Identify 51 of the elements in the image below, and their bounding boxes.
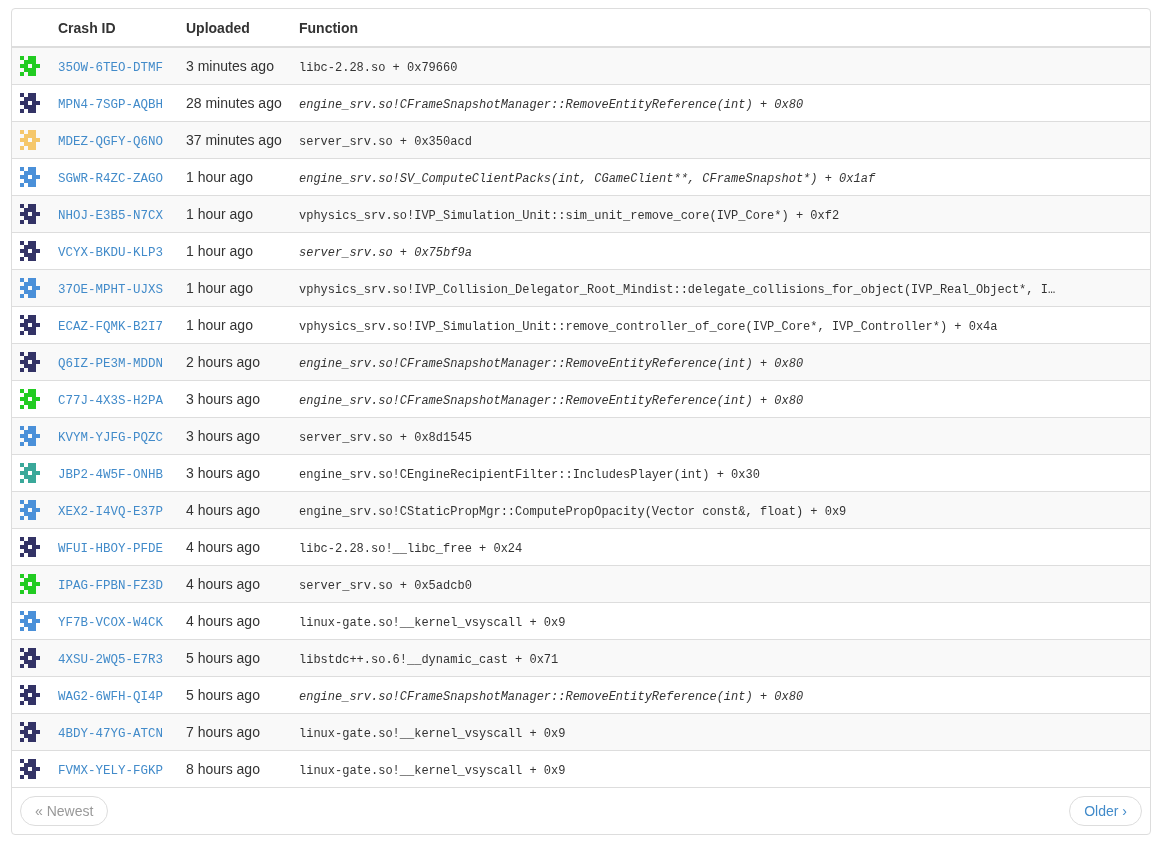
upload-time: 4 hours ago (186, 613, 260, 629)
function-name: vphysics_srv.so!IVP_Collision_Delegator_Root_Mindist::delegate_collisions_for_object(IVP_Real_Object*, I… (299, 282, 1056, 297)
upload-time: 3 minutes ago (186, 58, 274, 74)
function-name: vphysics_srv.so!IVP_Simulation_Unit::remove_controller_of_core(IVP_Core*, IVP_Controller*) + 0x4a (299, 319, 998, 334)
function-name: libc-2.28.so!__libc_free + 0x24 (299, 541, 523, 556)
crash-id-link[interactable]: WAG2-6WFH-QI4P (58, 689, 164, 704)
upload-time: 7 hours ago (186, 724, 260, 740)
crash-id-link[interactable]: VCYX-BKDU-KLP3 (58, 245, 164, 260)
crash-id-link[interactable]: JBP2-4W5F-ONHB (58, 467, 164, 482)
upload-time: 5 hours ago (186, 687, 260, 703)
function-name: server_srv.so + 0x5adcb0 (299, 578, 472, 593)
upload-time: 28 minutes ago (186, 95, 282, 111)
function-name: vphysics_srv.so!IVP_Simulation_Unit::sim_unit_remove_core(IVP_Core*) + 0xf2 (299, 208, 840, 223)
function-name: engine_srv.so!CStaticPropMgr::ComputePropOpacity(Vector const&, float) + 0x9 (299, 504, 847, 519)
upload-time: 3 hours ago (186, 391, 260, 407)
upload-time: 5 hours ago (186, 650, 260, 666)
function-name: engine_srv.so!CFrameSnapshotManager::RemoveEntityReference(int) + 0x80 (299, 393, 804, 408)
crash-id-link[interactable]: YF7B-VCOX-W4CK (58, 615, 164, 630)
upload-time: 37 minutes ago (186, 132, 282, 148)
function-name: engine_srv.so!CFrameSnapshotManager::RemoveEntityReference(int) + 0x80 (299, 97, 804, 112)
upload-time: 1 hour ago (186, 206, 253, 222)
upload-time: 3 hours ago (186, 465, 260, 481)
function-name: linux-gate.so!__kernel_vsyscall + 0x9 (299, 726, 566, 741)
function-name: engine_srv.so!CFrameSnapshotManager::RemoveEntityReference(int) + 0x80 (299, 356, 804, 371)
crash-id-link[interactable]: SGWR-R4ZC-ZAGO (58, 171, 164, 186)
upload-time: 8 hours ago (186, 761, 260, 777)
function-name: linux-gate.so!__kernel_vsyscall + 0x9 (299, 615, 566, 630)
upload-time: 1 hour ago (186, 280, 253, 296)
upload-time: 2 hours ago (186, 354, 260, 370)
crash-id-link[interactable]: MPN4-7SGP-AQBH (58, 97, 164, 112)
crash-id-link[interactable]: WFUI-HBOY-PFDE (58, 541, 164, 556)
function-name: engine_srv.so!SV_ComputeClientPacks(int, CGameClient**, CFrameSnapshot*) + 0x1af (299, 171, 876, 186)
function-name: engine_srv.so!CEngineRecipientFilter::IncludesPlayer(int) + 0x30 (299, 467, 760, 482)
function-name: engine_srv.so!CFrameSnapshotManager::RemoveEntityReference(int) + 0x80 (299, 689, 804, 704)
crash-id-link[interactable]: ECAZ-FQMK-B2I7 (58, 319, 164, 334)
upload-time: 1 hour ago (186, 243, 253, 259)
crash-id-link[interactable]: FVMX-YELY-FGKP (58, 763, 164, 778)
crash-id-link[interactable]: C77J-4X3S-H2PA (58, 393, 164, 408)
function-name: libstdc++.so.6!__dynamic_cast + 0x71 (299, 652, 559, 667)
function-name: libc-2.28.so + 0x79660 (299, 60, 458, 75)
upload-time: 3 hours ago (186, 428, 260, 444)
function-name: linux-gate.so!__kernel_vsyscall + 0x9 (299, 763, 566, 778)
function-name: server_srv.so + 0x75bf9a (299, 245, 472, 260)
function-name: server_srv.so + 0x350acd (299, 134, 472, 149)
upload-time: 4 hours ago (186, 576, 260, 592)
function-name: server_srv.so + 0x8d1545 (299, 430, 472, 445)
upload-time: 1 hour ago (186, 317, 253, 333)
upload-time: 1 hour ago (186, 169, 253, 185)
older-button[interactable]: Older › (1069, 796, 1142, 826)
upload-time: 4 hours ago (186, 539, 260, 555)
upload-time: 4 hours ago (186, 502, 260, 518)
